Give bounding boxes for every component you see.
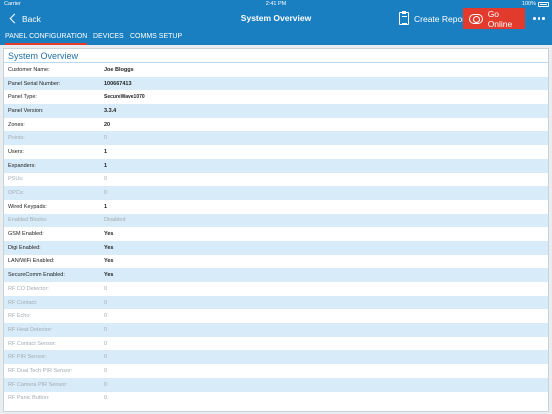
row-label: Expanders: xyxy=(8,162,36,169)
row-label: Enabled Blocks: xyxy=(8,217,48,224)
row-label: RF Contact Sensor: xyxy=(8,340,57,347)
tab-bar: PANEL CONFIGURATION DEVICES COMMS SETUP xyxy=(0,29,552,45)
row-label: Zones: xyxy=(8,121,25,128)
row-label: RF Echo: xyxy=(8,313,31,320)
row-value: 3.3.4 xyxy=(104,107,117,114)
row-label: Customer Name: xyxy=(8,66,50,73)
row-value: Yes xyxy=(104,231,114,238)
row-value: Yes xyxy=(104,272,114,279)
list-item: Zones: 20 xyxy=(4,117,548,132)
row-label: RF PIR Sensor: xyxy=(8,354,47,361)
panel-title: System Overview xyxy=(4,49,548,63)
row-value: Yes xyxy=(104,244,114,251)
list-item: Expanders: 1 xyxy=(4,158,548,173)
row-value: 0 xyxy=(104,285,108,292)
row-label: Points: xyxy=(8,135,25,142)
tab-comms-setup[interactable]: COMMS SETUP xyxy=(130,29,182,45)
row-label: LAN/WiFi Enabled: xyxy=(8,258,55,265)
battery-percent: 100% xyxy=(521,1,536,7)
row-label: PSUs: xyxy=(8,176,24,183)
row-value: SecureWave1070 xyxy=(104,94,145,101)
list-item: RF Dual Tech PIR Sensor: 0 xyxy=(4,364,548,378)
row-value: 100667413 xyxy=(104,80,132,87)
list-item: Points: 0 xyxy=(4,131,548,146)
list-item: SecureComm Enabled: Yes xyxy=(4,268,548,282)
list-item: RF Contact: 0 xyxy=(4,295,548,310)
clipboard-icon xyxy=(399,11,409,25)
list-item: RF Contact Sensor: 0 xyxy=(4,336,548,351)
row-value: 0 xyxy=(104,395,108,402)
row-label: RF Dual Tech PIR Sensor: xyxy=(8,367,73,374)
go-online-label: Go Online xyxy=(487,8,513,29)
row-label: Wired Keypads: xyxy=(8,203,47,210)
tab-devices[interactable]: DEVICES xyxy=(93,29,124,45)
list-item: Panel Type: SecureWave1070 xyxy=(4,90,548,105)
status-time: 2:41 PM xyxy=(265,1,287,7)
list-item: RF Panic Button: 0 xyxy=(4,391,548,406)
row-label: RF Contact: xyxy=(8,299,38,306)
more-dots-icon xyxy=(533,17,536,20)
list-item: Users: 1 xyxy=(4,145,548,159)
list-item: Panel Serial Number: 100667413 xyxy=(4,76,548,91)
row-label: Digi Enabled: xyxy=(8,244,41,251)
row-value: 0 xyxy=(104,367,108,374)
row-value: 0 xyxy=(104,176,108,183)
list-item: OPCs: 0 xyxy=(4,186,548,200)
row-value: 0 xyxy=(104,354,108,361)
battery-icon xyxy=(538,2,549,7)
create-report-button[interactable]: Create Report xyxy=(399,10,467,27)
go-online-button[interactable]: Go Online xyxy=(463,8,525,29)
system-overview-panel: System Overview Customer Name: Joe Bloggs… xyxy=(3,48,549,412)
row-value: Yes xyxy=(104,258,114,265)
row-label: RF Panic Button: xyxy=(8,395,50,402)
row-value: 1 xyxy=(104,203,108,210)
list-item: Customer Name: Joe Bloggs xyxy=(4,63,548,77)
create-report-label: Create Report xyxy=(414,13,468,24)
row-label: RF Camera PIR Sensor: xyxy=(8,381,68,388)
row-label: SecureComm Enabled: xyxy=(8,272,65,279)
cloud-icon xyxy=(469,13,483,24)
list-item: Panel Version: 3.3.4 xyxy=(4,104,548,118)
row-value: 1 xyxy=(104,162,108,169)
row-value: 0 xyxy=(104,299,108,306)
row-label: RF Heat Detector: xyxy=(8,326,53,333)
row-value: 0 xyxy=(104,340,108,347)
list-item: Enabled Blocks: Disabled xyxy=(4,213,548,228)
list-item: RF Echo: 0 xyxy=(4,309,548,324)
row-label: Panel Type: xyxy=(8,94,37,101)
row-label: RF CO Detector: xyxy=(8,285,49,292)
nav-bar: Back System Overview Create Report Go On… xyxy=(0,8,552,29)
list-item: GSM Enabled: Yes xyxy=(4,227,548,241)
list-item: RF Camera PIR Sensor: 0 xyxy=(4,377,548,392)
status-bar: Carrier 2:41 PM 100% xyxy=(0,0,552,8)
row-value: Disabled xyxy=(104,217,126,224)
list-item: RF CO Detector: 0 xyxy=(4,282,548,296)
row-label: Panel Serial Number: xyxy=(8,80,61,87)
list-item: RF Heat Detector: 0 xyxy=(4,323,548,337)
chevron-left-icon xyxy=(9,13,20,24)
list-item: Digi Enabled: Yes xyxy=(4,240,548,255)
tab-panel-configuration[interactable]: PANEL CONFIGURATION xyxy=(5,29,88,45)
row-value: 0 xyxy=(104,381,108,388)
row-label: OPCs: xyxy=(8,190,25,197)
more-options-button[interactable] xyxy=(529,8,549,29)
row-value: 0 xyxy=(104,135,108,142)
row-label: Users: xyxy=(8,148,24,155)
row-value: 0 xyxy=(104,313,108,320)
overview-list: Customer Name: Joe Bloggs Panel Serial Num… xyxy=(4,63,548,406)
row-value: 20 xyxy=(104,121,111,128)
row-value: 1 xyxy=(104,148,108,155)
list-item: LAN/WiFi Enabled: Yes xyxy=(4,254,548,269)
list-item: RF PIR Sensor: 0 xyxy=(4,350,548,365)
list-item: Wired Keypads: 1 xyxy=(4,199,548,214)
back-label: Back xyxy=(22,13,41,24)
row-label: GSM Enabled: xyxy=(8,231,44,238)
row-value: Joe Bloggs xyxy=(104,66,134,73)
row-label: Panel Version: xyxy=(8,107,44,114)
list-item: PSUs: 0 xyxy=(4,172,548,187)
row-value: 0 xyxy=(104,190,108,197)
back-button[interactable]: Back xyxy=(8,11,41,26)
row-value: 0 xyxy=(104,326,108,333)
